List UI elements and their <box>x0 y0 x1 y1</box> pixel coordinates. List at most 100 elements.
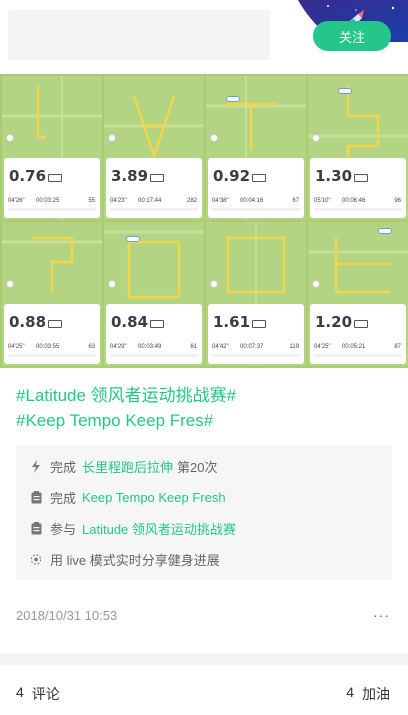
card-footer <box>110 208 198 211</box>
card-footer <box>314 208 402 211</box>
run-stats-card: 1.30 05'10" 00:06:46 96 <box>310 158 406 218</box>
achievement-item[interactable]: 完成 长里程跑后拉伸 第20次 <box>30 457 218 475</box>
run-record-tile: 1.20 04'25" 00:05:21 87 <box>308 222 408 366</box>
card-footer <box>110 354 198 357</box>
achievement-link[interactable]: 长里程跑后拉伸 <box>82 457 173 476</box>
run-record-tile: 1.30 05'10" 00:06:46 96 <box>308 76 408 220</box>
clipboard-icon <box>30 521 42 535</box>
pace-value: 04'38" <box>212 198 229 204</box>
compass-icon <box>108 280 116 288</box>
run-record-tile: 0.88 04'25" 00:03:55 63 <box>2 222 102 366</box>
duration-value: 00:05:21 <box>342 344 366 350</box>
duration-value: 00:06:46 <box>342 198 366 204</box>
start-marker-icon <box>126 236 140 242</box>
device-icon <box>150 174 164 182</box>
card-footer <box>314 354 402 357</box>
pace-value: 04'26" <box>8 198 25 204</box>
pace-value: 04'23" <box>110 198 127 204</box>
distance-value: 0.92 <box>213 167 251 185</box>
distance-value: 3.89 <box>111 167 149 185</box>
duration-value: 00:04:16 <box>240 198 264 204</box>
comments-count: 4 <box>16 684 24 700</box>
run-stats-card: 0.76 04'26" 00:03:25 55 <box>4 158 100 218</box>
achievement-item[interactable]: 完成 Keep Tempo Keep Fresh <box>30 488 226 506</box>
run-record-tile: 1.61 04'42" 00:07:37 119 <box>206 222 306 366</box>
achievement-verb: 完成 <box>50 459 77 475</box>
distance-value: 0.84 <box>111 313 149 331</box>
pace-value: 04'29" <box>110 344 127 350</box>
device-icon <box>150 320 164 328</box>
duration-value: 00:17:44 <box>138 198 162 204</box>
device-icon <box>48 174 62 182</box>
distance-value: 0.88 <box>9 313 47 331</box>
cheers-label: 加油 <box>362 686 390 702</box>
start-marker-icon <box>226 96 240 102</box>
compass-icon <box>6 134 14 142</box>
achievement-text: 用 live 模式实时分享健身进展 <box>50 552 220 568</box>
achievement-verb: 参与 <box>50 521 77 537</box>
pace-value: 05'10" <box>314 198 331 204</box>
distance-value: 0.76 <box>9 167 47 185</box>
post-hashtags: #Latitude 领风者运动挑战赛# #Keep Tempo Keep Fre… <box>16 383 396 433</box>
calories-value: 63 <box>88 344 95 350</box>
calories-value: 55 <box>88 198 95 204</box>
calories-value: 96 <box>394 198 401 204</box>
run-stats-card: 1.61 04'42" 00:07:37 119 <box>208 304 304 364</box>
compass-icon <box>108 134 116 142</box>
device-icon <box>354 320 368 328</box>
achievement-link[interactable]: Latitude 领风者运动挑战赛 <box>82 519 236 538</box>
achievement-item: 用 live 模式实时分享健身进展 <box>30 550 226 568</box>
run-record-tile: 3.89 04'23" 00:17:44 282 <box>104 76 204 220</box>
run-stats-card: 3.89 04'23" 00:17:44 282 <box>106 158 202 218</box>
hashtag-link[interactable]: #Latitude 领风者运动挑战赛# <box>16 383 396 408</box>
distance-value: 1.30 <box>315 167 353 185</box>
pace-value: 04'42" <box>212 344 229 350</box>
duration-value: 00:03:55 <box>36 344 60 350</box>
device-icon <box>252 320 266 328</box>
compass-icon <box>6 280 14 288</box>
pace-value: 04'25" <box>314 344 331 350</box>
more-options-button[interactable]: ··· <box>373 607 390 623</box>
post-header: 关注 <box>0 0 408 74</box>
achievement-count: 第20次 <box>177 459 218 475</box>
device-icon <box>48 320 62 328</box>
calories-value: 67 <box>292 198 299 204</box>
distance-value: 1.20 <box>315 313 353 331</box>
follow-button[interactable]: 关注 <box>313 21 391 51</box>
hashtag-link[interactable]: #Keep Tempo Keep Fres# <box>16 408 396 433</box>
device-icon <box>354 174 368 182</box>
achievement-verb: 完成 <box>50 490 77 506</box>
cheer-button[interactable]: 4 加油 <box>346 684 390 704</box>
achievement-link[interactable]: Keep Tempo Keep Fresh <box>82 490 226 505</box>
cheers-count: 4 <box>346 684 354 700</box>
run-stats-card: 0.84 04'29" 00:03:49 61 <box>106 304 202 364</box>
run-stats-card: 0.88 04'25" 00:03:55 63 <box>4 304 100 364</box>
compass-icon <box>312 134 320 142</box>
section-divider <box>0 653 408 665</box>
distance-value: 1.61 <box>213 313 251 331</box>
calories-value: 119 <box>289 344 299 350</box>
card-footer <box>212 354 300 357</box>
clipboard-icon <box>30 490 42 504</box>
calories-value: 87 <box>394 344 401 350</box>
calories-value: 282 <box>186 198 197 204</box>
achievement-item[interactable]: 参与 Latitude 领风者运动挑战赛 <box>30 519 236 537</box>
achievement-list: 完成 长里程跑后拉伸 第20次 完成 Keep Tempo Keep Fresh… <box>16 445 392 580</box>
start-marker-icon <box>378 228 392 234</box>
start-marker-icon <box>338 88 352 94</box>
comments-label: 评论 <box>31 686 60 702</box>
calories-value: 61 <box>190 344 197 350</box>
post-photo[interactable]: 0.76 04'26" 00:03:25 55 3.89 04'23" 00:1… <box>0 74 408 368</box>
device-icon <box>252 174 266 182</box>
lightning-icon <box>30 459 42 473</box>
compass-icon <box>210 280 218 288</box>
author-info-placeholder <box>8 10 270 60</box>
live-broadcast-icon <box>30 552 42 566</box>
comments-button[interactable]: 4 评论 <box>16 684 60 704</box>
card-footer <box>8 354 96 357</box>
duration-value: 00:03:25 <box>36 198 60 204</box>
run-record-tile: 0.76 04'26" 00:03:25 55 <box>2 76 102 220</box>
post-timestamp: 2018/10/31 10:53 <box>16 608 118 623</box>
pace-value: 04'25" <box>8 344 25 350</box>
card-footer <box>8 208 96 211</box>
